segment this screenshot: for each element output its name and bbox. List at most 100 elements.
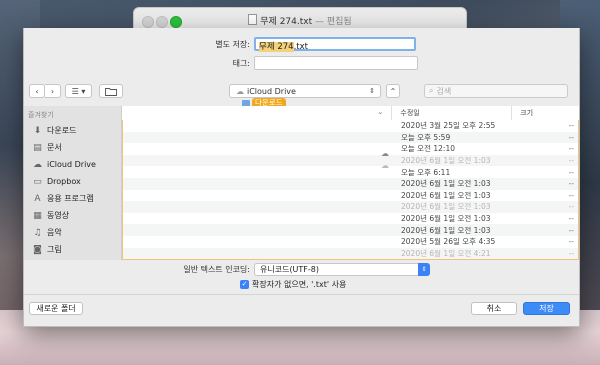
file-size-cell: --	[568, 121, 574, 131]
filename-extension: .txt	[293, 42, 308, 52]
sidebar-item-label: Dropbox	[47, 177, 81, 186]
column-header-name[interactable]: ⌄	[122, 106, 393, 120]
file-size-cell: --	[568, 179, 574, 189]
file-size-cell: --	[568, 190, 574, 200]
table-row[interactable]: 오늘 오후 6:11 --	[123, 166, 578, 178]
file-size-cell: --	[568, 202, 574, 212]
file-size-cell: --	[568, 132, 574, 142]
file-date-cell: 오늘 오후 5:59	[401, 132, 451, 142]
sidebar-item-pictures[interactable]: ◙ 그림	[24, 241, 121, 258]
file-date-cell: 오늘 오전 12:10	[401, 144, 455, 154]
file-size-cell: --	[568, 144, 574, 154]
location-value: iCloud Drive	[247, 86, 296, 96]
window-title: 무제 274.txt — 편집됨	[134, 14, 466, 27]
extension-checkbox[interactable]: ✓	[240, 280, 249, 289]
location-select[interactable]: ☁ iCloud Drive ⇕	[229, 84, 381, 98]
save-button[interactable]: 저장	[523, 302, 570, 315]
file-size-cell: --	[568, 237, 574, 247]
sidebar-item-label: 다운로드	[47, 126, 77, 135]
list-view-icon: ☰	[71, 86, 79, 96]
table-row[interactable]: 2020년 6월 1일 오전 1:03 --	[123, 189, 578, 202]
music-icon: ♫	[33, 227, 42, 238]
save-sheet: 별도 저장: 무제 274.txt 태그: ‹ › ☰ ▾ ☁ iCloud D…	[23, 28, 580, 327]
file-date-cell: 2020년 6월 1일 오전 1:03	[401, 202, 491, 212]
tags-field[interactable]	[254, 56, 418, 70]
search-input[interactable]: ⌕ 검색	[424, 84, 568, 98]
doc-state: — 편집됨	[315, 17, 352, 27]
movies-icon: ▦	[33, 210, 42, 221]
chevron-left-icon: ‹	[35, 86, 39, 96]
file-date-cell: 2020년 3월 25일 오후 2:55	[401, 121, 496, 131]
sidebar-item-movies[interactable]: ▦ 동영상	[24, 207, 121, 224]
cloud-download-icon[interactable]: ☁	[381, 161, 389, 170]
file-date-cell: 2020년 6월 1일 오전 1:03	[401, 225, 491, 235]
sidebar-item-dropbox[interactable]: ▭ Dropbox	[24, 173, 121, 190]
search-icon: ⌕	[429, 86, 434, 95]
chevron-right-icon: ›	[50, 86, 55, 96]
encoding-row: 일반 텍스트 인코딩: 유니코드(UTF-8) ⇕	[24, 262, 579, 276]
cloud-download-icon[interactable]: ☁	[381, 149, 389, 158]
footer-divider	[24, 294, 579, 295]
tags-label: 태그:	[232, 58, 250, 68]
column-header-date[interactable]: 수정일	[392, 106, 513, 120]
extension-checkbox-label: 확장자가 없으면, '.txt' 사용	[252, 280, 347, 289]
encoding-select[interactable]: 유니코드(UTF-8) ⇕	[254, 262, 430, 276]
file-size-cell: --	[568, 248, 574, 258]
file-date-cell: 2020년 6월 1일 오전 1:03	[401, 214, 491, 224]
back-button[interactable]: ‹	[29, 84, 45, 98]
table-row[interactable]: 2020년 3월 25일 오후 2:55 --	[123, 120, 578, 132]
file-size-cell: --	[568, 214, 574, 224]
search-placeholder: 검색	[436, 86, 452, 96]
file-date-cell: 2020년 6월 1일 오전 4:21	[401, 248, 491, 258]
updown-arrows-icon: ⇕	[418, 262, 430, 276]
save-as-label: 별도 저장:	[215, 39, 250, 49]
cloud-icon: ☁	[33, 159, 42, 170]
table-row[interactable]: 2020년 6월 1일 오전 1:03 --	[123, 224, 578, 236]
table-row[interactable]: 2020년 6월 1일 오전 1:03 --	[123, 177, 578, 190]
sidebar-item-label: 음악	[47, 228, 62, 237]
sidebar-item-documents[interactable]: ▤ 문서	[24, 139, 121, 156]
chevron-down-icon: ▾	[81, 86, 86, 96]
sidebar-item-label: 응용 프로그램	[47, 194, 94, 203]
filename-field[interactable]: 무제 274.txt	[254, 37, 416, 52]
sidebar-item-label: 그림	[47, 245, 62, 254]
file-size-cell: --	[568, 167, 574, 177]
sidebar-heading: 즐겨찾기	[28, 111, 54, 119]
column-header-size[interactable]: 크기	[512, 106, 579, 120]
view-options-button[interactable]: ☰ ▾	[65, 84, 92, 98]
cloud-icon: ☁	[236, 86, 244, 96]
save-as-row: 별도 저장: 무제 274.txt	[24, 37, 416, 52]
new-folder-button[interactable]: 새로운 폴더	[29, 302, 83, 315]
new-folder-toolbar-button[interactable]	[99, 84, 123, 98]
file-date-cell: 2020년 6월 1일 오전 1:03	[401, 156, 491, 166]
sidebar-item-icloud-drive[interactable]: ☁ iCloud Drive	[24, 156, 121, 173]
file-date-cell: 2020년 6월 1일 오전 1:03	[401, 190, 491, 200]
extension-option: ✓ 확장자가 없으면, '.txt' 사용	[240, 279, 346, 290]
table-row[interactable]: 오늘 오후 5:59 --	[123, 131, 578, 144]
download-icon: ⬇	[33, 125, 42, 136]
sidebar-item-music[interactable]: ♫ 음악	[24, 224, 121, 241]
filename-selected-text: 무제 274	[259, 42, 294, 52]
sidebar-item-label: iCloud Drive	[47, 160, 96, 169]
collapse-button[interactable]: ⌃	[386, 84, 400, 98]
sidebar-item-downloads[interactable]: ⬇ 다운로드	[24, 122, 121, 139]
sidebar: 즐겨찾기 ⬇ 다운로드 ▤ 문서 ☁ iCloud Drive ▭ Dropbox A응…	[24, 106, 122, 260]
sidebar-item-label: 문서	[47, 143, 62, 152]
table-row[interactable]: 2020년 6월 1일 오전 4:21 --	[123, 247, 578, 260]
sort-desc-icon: ⌄	[377, 108, 384, 116]
file-list-header: ⌄ 수정일 크기	[122, 106, 579, 121]
table-row[interactable]: 2020년 5월 26일 오후 4:35 --	[123, 235, 578, 248]
table-row[interactable]: ☁ 2020년 6월 1일 오전 1:03 --	[123, 154, 578, 170]
file-size-cell: --	[568, 225, 574, 235]
table-row[interactable]: 2020년 6월 1일 오전 1:03 --	[123, 201, 578, 213]
folder-plus-icon	[105, 87, 117, 96]
file-rows: 2020년 3월 25일 오후 2:55 -- 오늘 오후 5:59 -- ☁ 오늘 오전…	[122, 120, 579, 260]
table-row[interactable]: 2020년 6월 1일 오전 1:03 --	[123, 212, 578, 225]
forward-button[interactable]: ›	[45, 84, 61, 98]
cancel-button[interactable]: 취소	[471, 302, 517, 315]
sidebar-item-applications[interactable]: A 응용 프로그램	[24, 190, 121, 207]
encoding-label: 일반 텍스트 인코딩:	[183, 264, 250, 274]
encoding-value: 유니코드(UTF-8)	[260, 264, 320, 274]
checkmark-icon: ✓	[241, 280, 248, 288]
table-row[interactable]: ☁ 오늘 오전 12:10 --	[123, 143, 578, 158]
